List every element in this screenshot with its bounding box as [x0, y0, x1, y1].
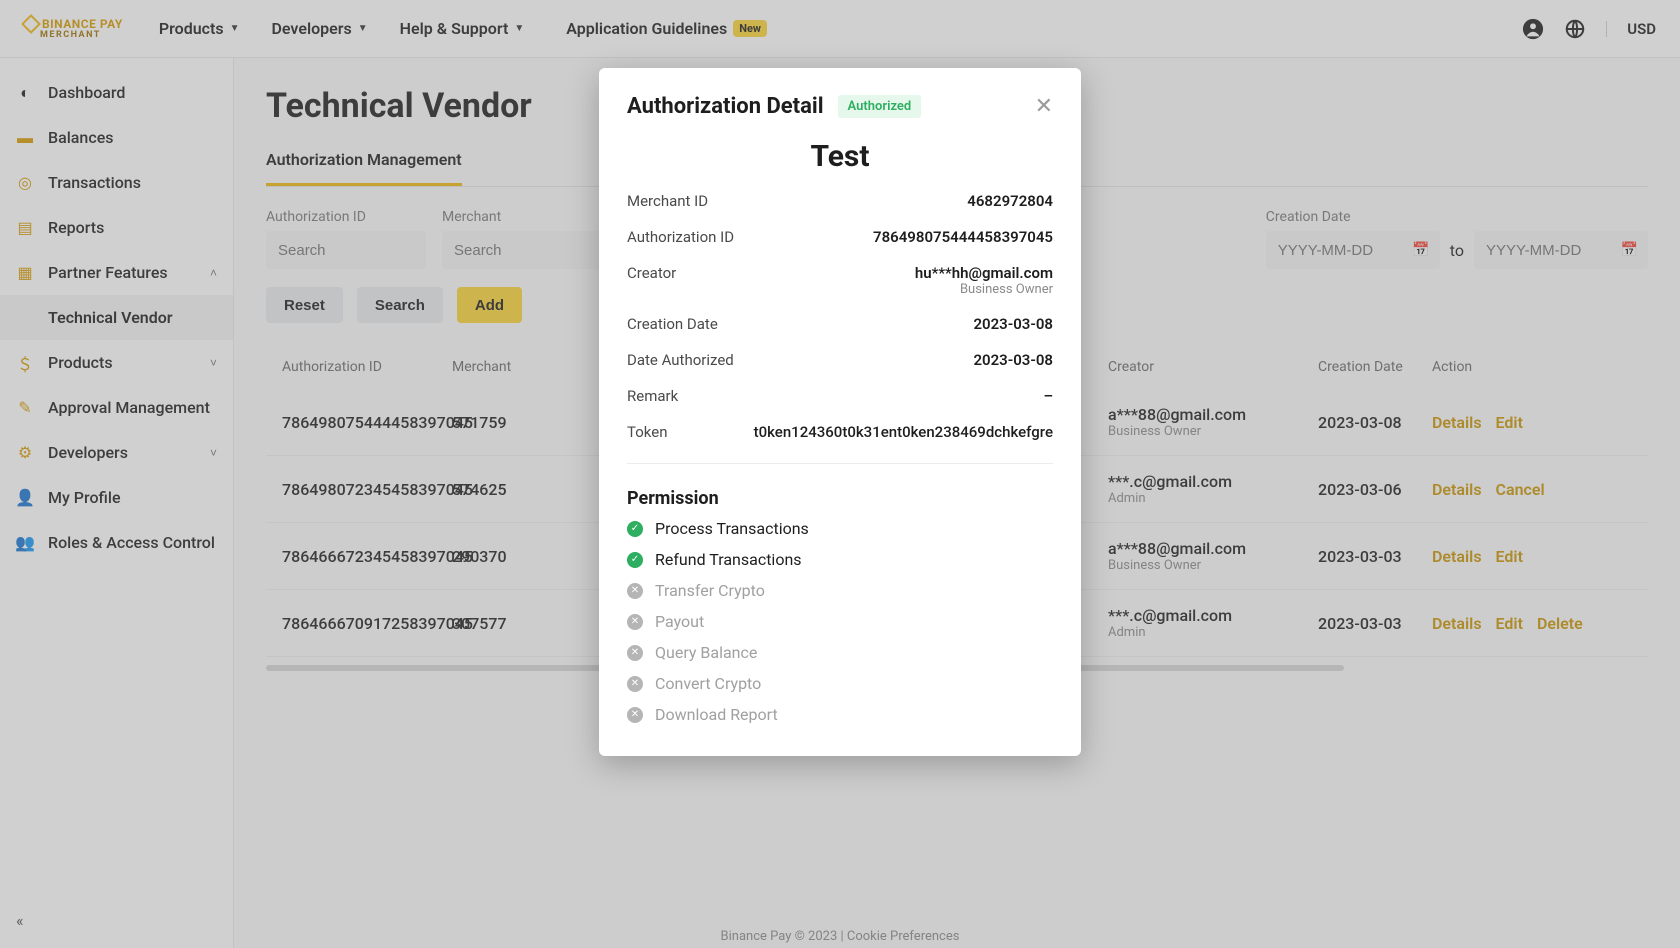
- value-creator-role: Business Owner: [915, 282, 1053, 297]
- permission-label: Download Report: [655, 705, 778, 724]
- permission-label: Transfer Crypto: [655, 581, 765, 600]
- x-icon: ✕: [627, 707, 643, 723]
- permission-label: Query Balance: [655, 643, 757, 662]
- authorization-detail-modal: Authorization Detail Authorized ✕ Test M…: [599, 68, 1081, 756]
- permission-list: ✓ Process Transactions ✓ Refund Transaction…: [627, 519, 1053, 724]
- permission-item: ✕ Convert Crypto: [627, 674, 1053, 693]
- label-remark: Remark: [627, 387, 678, 405]
- permission-heading: Permission: [627, 488, 1053, 509]
- x-icon: ✕: [627, 676, 643, 692]
- status-badge: Authorized: [838, 95, 922, 118]
- value-merchant-id: 4682972804: [967, 192, 1053, 210]
- permission-item: ✓ Refund Transactions: [627, 550, 1053, 569]
- x-icon: ✕: [627, 583, 643, 599]
- permission-label: Refund Transactions: [655, 550, 802, 569]
- permission-label: Convert Crypto: [655, 674, 761, 693]
- permission-label: Process Transactions: [655, 519, 809, 538]
- x-icon: ✕: [627, 614, 643, 630]
- permission-item: ✕ Payout: [627, 612, 1053, 631]
- close-icon[interactable]: ✕: [1035, 96, 1053, 118]
- permission-item: ✕ Download Report: [627, 705, 1053, 724]
- label-merchant-id: Merchant ID: [627, 192, 708, 210]
- value-creator: hu***hh@gmail.com: [915, 264, 1053, 282]
- label-date-authorized: Date Authorized: [627, 351, 734, 369]
- label-creator: Creator: [627, 264, 676, 282]
- check-icon: ✓: [627, 521, 643, 537]
- label-creation-date: Creation Date: [627, 315, 718, 333]
- x-icon: ✕: [627, 645, 643, 661]
- divider: [627, 463, 1053, 464]
- permission-label: Payout: [655, 612, 704, 631]
- permission-item: ✕ Transfer Crypto: [627, 581, 1053, 600]
- value-auth-id: 786498075444458397045: [873, 228, 1053, 246]
- value-creation-date: 2023-03-08: [973, 315, 1053, 333]
- modal-entity-name: Test: [627, 139, 1053, 174]
- label-auth-id: Authorization ID: [627, 228, 734, 246]
- value-remark: –: [1043, 387, 1053, 405]
- permission-item: ✓ Process Transactions: [627, 519, 1053, 538]
- value-token: t0ken124360t0k31ent0ken238469dchkefgre: [754, 423, 1053, 441]
- modal-title: Authorization Detail: [627, 94, 824, 119]
- label-token: Token: [627, 423, 667, 441]
- check-icon: ✓: [627, 552, 643, 568]
- permission-item: ✕ Query Balance: [627, 643, 1053, 662]
- value-date-authorized: 2023-03-08: [973, 351, 1053, 369]
